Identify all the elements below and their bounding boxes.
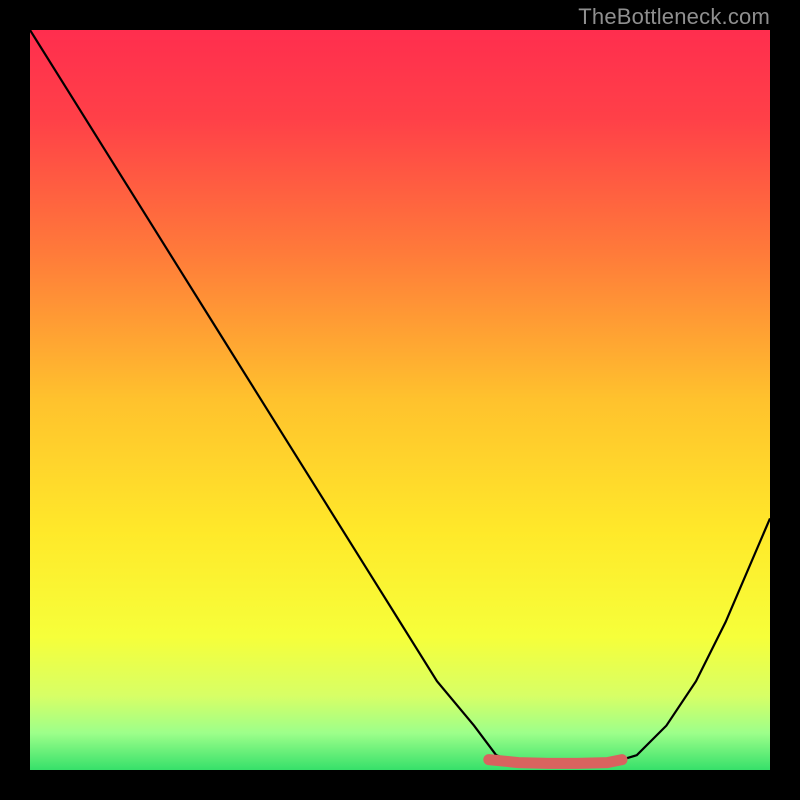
watermark-text: TheBottleneck.com [578,4,770,30]
optimal-region-marker [489,760,622,764]
curve-layer [30,30,770,770]
bottleneck-curve [30,30,770,766]
plot-area [30,30,770,770]
chart-frame: TheBottleneck.com [0,0,800,800]
